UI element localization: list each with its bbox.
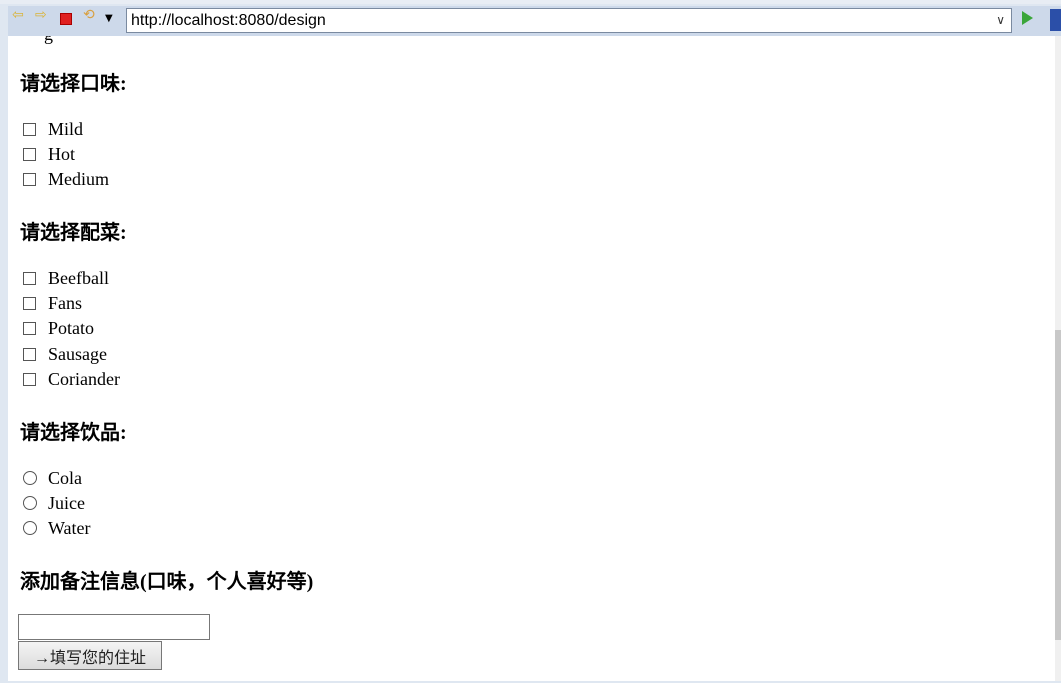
- address-button[interactable]: →填写您的住址: [18, 641, 162, 670]
- checkbox[interactable]: [23, 347, 36, 361]
- drinks-heading: 请选择饮品:: [20, 422, 127, 444]
- side-option[interactable]: Fans: [23, 293, 82, 313]
- option-label: Sausage: [48, 344, 107, 364]
- drink-option[interactable]: Cola: [23, 468, 82, 488]
- side-option[interactable]: Potato: [23, 318, 94, 338]
- url-bar[interactable]: http://localhost:8080/design ∨: [126, 8, 1012, 33]
- option-label: Beefball: [48, 268, 109, 288]
- cut-off-text: g: [44, 36, 53, 45]
- option-label: Coriander: [48, 369, 120, 389]
- checkbox[interactable]: [23, 321, 36, 335]
- option-label: Hot: [48, 144, 75, 164]
- scrollbar[interactable]: [1055, 36, 1061, 681]
- url-text: http://localhost:8080/design: [131, 12, 326, 29]
- checkbox[interactable]: [23, 122, 36, 136]
- option-label: Mild: [48, 119, 84, 139]
- refresh-icon[interactable]: ⟲: [83, 8, 95, 22]
- flavor-option[interactable]: Hot: [23, 144, 75, 164]
- flavor-heading: 请选择口味:: [20, 73, 127, 95]
- drink-option[interactable]: Juice: [23, 493, 85, 513]
- notes-heading: 添加备注信息(口味，个人喜好等): [20, 571, 314, 593]
- flavor-option[interactable]: Mild: [23, 119, 83, 139]
- drink-option[interactable]: Water: [23, 518, 91, 538]
- checkbox[interactable]: [23, 296, 36, 310]
- option-label: Medium: [48, 169, 109, 189]
- side-option[interactable]: Coriander: [23, 369, 120, 389]
- chevron-down-icon[interactable]: ∨: [996, 9, 1005, 32]
- stop-icon[interactable]: [60, 13, 72, 25]
- side-option[interactable]: Beefball: [23, 268, 109, 288]
- option-label: Potato: [48, 318, 95, 338]
- notes-input[interactable]: [18, 614, 210, 640]
- option-label: Cola: [48, 468, 82, 488]
- radio[interactable]: [23, 496, 37, 510]
- checkbox[interactable]: [23, 172, 36, 186]
- radio[interactable]: [23, 471, 37, 485]
- go-icon[interactable]: [1022, 11, 1033, 25]
- radio[interactable]: [23, 521, 37, 535]
- back-icon[interactable]: ⇦: [12, 8, 24, 22]
- sides-heading: 请选择配菜:: [20, 222, 127, 244]
- side-option[interactable]: Sausage: [23, 344, 107, 364]
- option-label: Juice: [48, 493, 85, 513]
- option-label: Water: [48, 518, 91, 538]
- checkbox[interactable]: [23, 147, 36, 161]
- forward-icon[interactable]: ⇨: [35, 8, 47, 22]
- window-top-edge: [0, 0, 1061, 4]
- flavor-option[interactable]: Medium: [23, 169, 109, 189]
- page-content: g 请选择口味: Mild Hot Medium 请选择配菜: Beefball…: [8, 36, 1055, 681]
- extension-icon[interactable]: [1050, 9, 1061, 31]
- scrollbar-thumb[interactable]: [1055, 330, 1061, 640]
- dropdown-icon[interactable]: ▼: [105, 12, 113, 26]
- option-label: Fans: [48, 293, 83, 313]
- checkbox[interactable]: [23, 372, 36, 386]
- checkbox[interactable]: [23, 271, 36, 285]
